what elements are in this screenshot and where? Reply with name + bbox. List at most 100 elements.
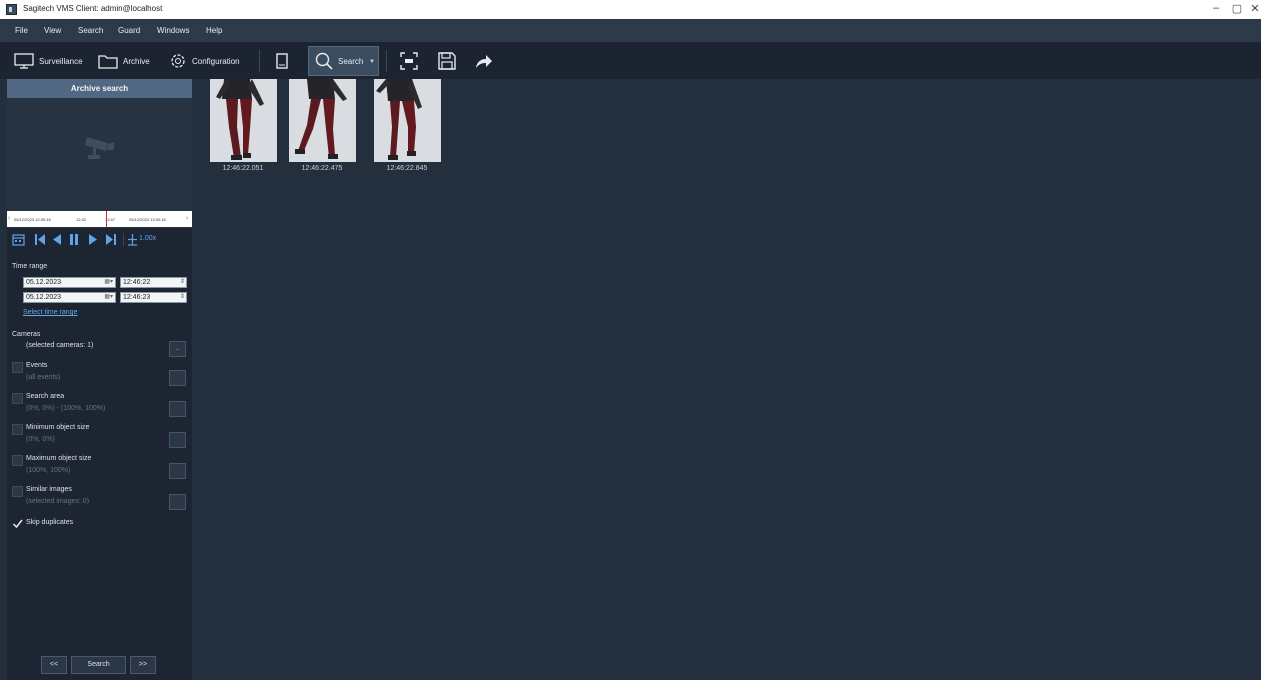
archive-label: Archive [123,56,150,66]
title-bar: Sagitech VMS Client: admin@localhost – ▢… [0,0,1261,19]
calendar-dropdown-icon[interactable]: ▦▾ [104,278,113,287]
skip-to-end-icon[interactable] [105,233,117,246]
save-button[interactable] [438,50,461,72]
similar-images-select-button[interactable] [169,494,186,510]
person-legs-image [374,79,441,162]
chevron-left-icon[interactable]: ‹ [8,215,10,222]
search-button[interactable]: Search [71,656,126,674]
fullscreen-button[interactable] [400,50,423,72]
min-size-select-button[interactable] [169,432,186,448]
menu-help[interactable]: Help [206,26,222,35]
speed-icon[interactable] [127,233,138,246]
search-mode-label: Search [338,56,364,66]
menu-view[interactable]: View [44,26,61,35]
minimize-icon[interactable]: – [1207,2,1225,14]
restore-icon[interactable]: ▢ [1228,2,1246,15]
save-icon [438,52,456,70]
search-mode-button[interactable]: Search ▼ [308,46,379,76]
search-area-label: Search area [26,393,65,400]
skip-to-start-icon[interactable] [34,233,46,246]
timeline-scrubber[interactable]: ‹ 05/12/2023 12:30:18 12:42 12:47 05/12/… [7,211,192,227]
surveillance-label: Surveillance [39,56,83,66]
previous-page-button[interactable]: << [41,656,67,674]
timeline-start: 05/12/2023 12:30:18 [14,217,51,222]
from-date-value: 05.12.2023 [26,279,62,286]
search-icon [315,52,333,70]
to-time-field[interactable]: 12:46:23 ⇕ [120,292,187,303]
playback-speed: 1.00x [139,235,157,242]
events-select-button[interactable] [169,370,186,386]
camera-icon [85,137,114,159]
calendar-icon[interactable] [12,233,25,246]
close-icon[interactable]: ✕ [1246,2,1261,15]
min-size-value: (0%, 0%) [26,436,55,443]
spinner-icon[interactable]: ⇕ [180,293,185,302]
result-thumbnail[interactable] [210,79,277,162]
from-time-field[interactable]: 12:46:22 ⇕ [120,277,187,288]
chevron-down-icon[interactable]: ▼ [369,59,375,65]
events-checkbox[interactable] [12,362,23,373]
person-legs-image [289,79,356,162]
menu-file[interactable]: File [15,26,28,35]
similar-images-value: (selected images: 0) [26,498,90,505]
configuration-button[interactable]: Configuration [169,50,240,72]
panel-title: Archive search [7,79,192,98]
result-thumbnail[interactable] [289,79,356,162]
pause-icon[interactable] [69,233,79,246]
to-time-value: 12:46:23 [123,294,151,301]
controls-divider [123,233,124,246]
skip-duplicates-label: Skip duplicates [26,519,74,526]
share-arrow-icon [476,55,492,68]
min-size-checkbox[interactable] [12,424,23,435]
result-timestamp: 12:46:22.845 [386,165,428,172]
step-forward-icon[interactable] [88,233,98,246]
book-icon [276,53,288,69]
spinner-icon[interactable]: ⇕ [180,278,185,287]
to-date-value: 05.12.2023 [26,294,62,301]
configuration-label: Configuration [192,56,240,66]
window-title: Sagitech VMS Client: admin@localhost [23,4,163,13]
chevron-right-icon[interactable]: › [186,215,188,222]
search-area-select-button[interactable] [169,401,186,417]
from-date-field[interactable]: 05.12.2023 ▦▾ [23,277,116,288]
menu-search[interactable]: Search [78,26,103,35]
max-size-select-button[interactable] [169,463,186,479]
app-icon [6,4,17,15]
archive-button[interactable]: Archive [98,50,150,72]
monitor-icon [14,53,34,69]
search-area-checkbox[interactable] [12,393,23,404]
max-size-label: Maximum object size [26,455,92,462]
cameras-label: Cameras [12,331,41,338]
toolbar-divider [386,50,387,72]
cameras-select-button[interactable]: .. [169,341,186,357]
menu-guard[interactable]: Guard [118,26,140,35]
next-page-button[interactable]: >> [130,656,156,674]
min-size-label: Minimum object size [26,424,90,431]
events-label: Events [26,362,48,369]
menu-windows[interactable]: Windows [157,26,189,35]
timeline-tick: 12:42 [76,217,87,222]
similar-images-checkbox[interactable] [12,486,23,497]
archive-search-panel: Archive search ‹ 05/12/2023 12:30:18 12:… [7,79,192,680]
from-time-value: 12:46:22 [123,279,151,286]
step-back-icon[interactable] [52,233,62,246]
result-timestamp: 12:46:22.475 [301,165,343,172]
select-time-range-link[interactable]: Select time range [23,309,77,316]
result-timestamp: 12:46:22.051 [222,165,264,172]
toolbar-divider [259,50,260,72]
export-button[interactable] [475,50,498,72]
folder-icon [98,55,118,69]
skip-duplicates-checkbox[interactable] [12,518,23,529]
max-size-checkbox[interactable] [12,455,23,466]
timeline-cursor[interactable] [106,211,107,227]
calendar-dropdown-icon[interactable]: ▦▾ [104,293,113,302]
result-thumbnail[interactable] [374,79,441,162]
time-range-label: Time range [12,263,48,270]
cameras-value: (selected cameras: 1) [26,342,94,349]
surveillance-button[interactable]: Surveillance [14,50,83,72]
similar-images-label: Similar images [26,486,72,493]
menu-bar: File View Search Guard Windows Help [0,19,1261,42]
events-value: (all events) [26,374,61,381]
book-button[interactable] [275,50,294,72]
to-date-field[interactable]: 05.12.2023 ▦▾ [23,292,116,303]
